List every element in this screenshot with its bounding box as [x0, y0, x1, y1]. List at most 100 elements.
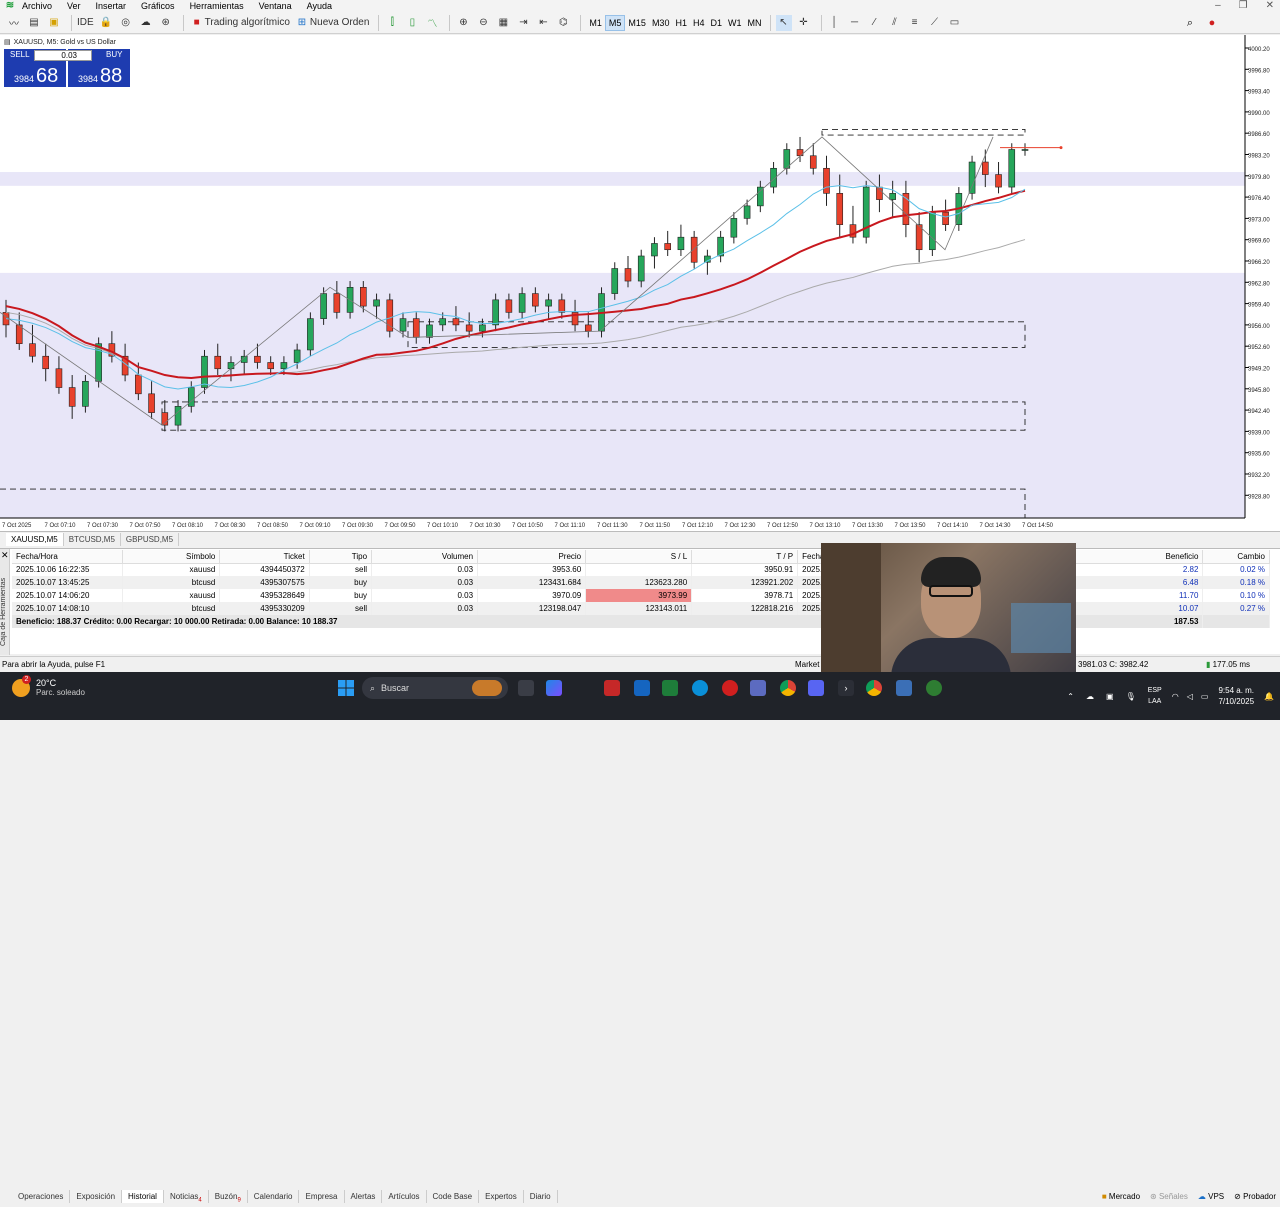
col-change[interactable]: Cambio	[1202, 550, 1270, 564]
col-ticket[interactable]: Ticket	[219, 550, 310, 564]
market-icon[interactable]: ◎	[118, 15, 134, 31]
tf-w1[interactable]: W1	[725, 15, 745, 31]
menu-ventana[interactable]: Ventana	[259, 1, 292, 11]
indicators-icon[interactable]: ⌬	[555, 15, 571, 31]
onedrive-icon[interactable]: ☁	[1086, 692, 1094, 701]
tab-mercado[interactable]: ■ Mercado	[1102, 1192, 1140, 1201]
taskbar-search[interactable]: ⌕ Buscar	[362, 677, 508, 699]
tray-app-icon[interactable]: ▣	[1106, 692, 1114, 701]
profiles-icon[interactable]: ▣	[46, 15, 62, 31]
tf-d1[interactable]: D1	[707, 15, 725, 31]
new-order-button[interactable]: ⊞ Nueva Orden	[294, 14, 370, 32]
notifications-icon[interactable]: ●	[1204, 15, 1220, 31]
table-row[interactable]: 2025.10.07 14:08:10 btcusd 4395330209 sell 0…	[12, 602, 1270, 615]
shapes-icon[interactable]: ⟋	[927, 15, 943, 31]
chrome-profile-icon[interactable]	[866, 680, 882, 696]
close-icon[interactable]: ✕	[1266, 0, 1274, 11]
tf-m15[interactable]: M15	[625, 15, 649, 31]
minimize-icon[interactable]: –	[1215, 0, 1221, 11]
search-icon[interactable]: ⌕	[1182, 15, 1198, 31]
crosshair-icon[interactable]: ✛	[796, 15, 812, 31]
battery-icon[interactable]: ▭	[1201, 692, 1209, 701]
windows-start-icon[interactable]	[338, 680, 354, 696]
tab-expertos[interactable]: Expertos	[479, 1189, 524, 1203]
presentation-app-icon[interactable]	[604, 680, 620, 696]
table-row[interactable]: 2025.10.07 14:06:20 xauusd 4395328649 buy 0.…	[12, 589, 1270, 602]
cloud-icon[interactable]: ☁	[138, 15, 154, 31]
candles-icon[interactable]: ▯	[404, 15, 420, 31]
tf-m5[interactable]: M5	[604, 14, 626, 31]
autoscroll-icon[interactable]: ⇥	[515, 15, 531, 31]
tab-calendario[interactable]: Calendario	[248, 1189, 300, 1203]
teams-icon[interactable]	[750, 680, 766, 696]
tf-mn[interactable]: MN	[745, 15, 765, 31]
zoom-in-icon[interactable]: ⊕	[455, 15, 471, 31]
tab-empresa[interactable]: Empresa	[299, 1189, 345, 1203]
col-date[interactable]: Fecha/Hora	[12, 550, 123, 564]
tab-gbpusd[interactable]: GBPUSD,M5	[121, 532, 180, 546]
horizontal-line-icon[interactable]: ─	[847, 15, 863, 31]
table-row[interactable]: 2025.10.07 13:45:25 btcusd 4395307575 buy 0.…	[12, 576, 1270, 589]
tab-diario[interactable]: Diario	[524, 1189, 558, 1203]
chrome-icon[interactable]	[780, 680, 796, 696]
restore-icon[interactable]: ❐	[1239, 0, 1248, 11]
copilot-icon[interactable]	[546, 680, 562, 696]
tab-xauusd[interactable]: XAUUSD,M5	[6, 532, 64, 546]
col-sl[interactable]: S / L	[585, 550, 693, 564]
zoom-out-icon[interactable]: ⊖	[475, 15, 491, 31]
chart-type-icon[interactable]: 〰	[6, 15, 22, 31]
cursor-icon[interactable]: ↖	[775, 14, 792, 31]
clock[interactable]: 9:54 a. m. 7/10/2025	[1218, 685, 1254, 707]
channel-icon[interactable]: ⫽	[887, 15, 903, 31]
chart-canvas[interactable]: 4000.20 3996.80 3993.40 3990.00 3986.60 3983.…	[0, 35, 1280, 532]
metatrader-icon[interactable]	[926, 680, 942, 696]
ide-button[interactable]: IDE	[77, 14, 94, 32]
language-indicator[interactable]: ESP LAA	[1148, 685, 1162, 707]
tab-historial[interactable]: Historial	[122, 1189, 164, 1203]
price-chart[interactable]: 4000.20 3996.80 3993.40 3990.00 3986.60 3983.…	[0, 35, 1280, 532]
tab-exposicion[interactable]: Exposición	[70, 1189, 123, 1203]
tab-articulos[interactable]: Artículos	[382, 1189, 427, 1203]
tab-code-base[interactable]: Code Base	[427, 1189, 480, 1203]
menu-graficos[interactable]: Gráficos	[141, 1, 175, 11]
tab-noticias[interactable]: Noticias4	[164, 1189, 209, 1203]
tab-btcusd[interactable]: BTCUSD,M5	[64, 532, 121, 546]
volume-icon[interactable]: ◁	[1187, 692, 1193, 701]
line-chart-icon[interactable]: 〽	[424, 15, 440, 31]
grid-icon[interactable]: ▦	[495, 15, 511, 31]
menu-ayuda[interactable]: Ayuda	[307, 1, 332, 11]
tab-senales[interactable]: ⊛ Señales	[1150, 1192, 1188, 1201]
menu-herramientas[interactable]: Herramientas	[190, 1, 244, 11]
tab-probador[interactable]: ⊘ Probador	[1234, 1192, 1276, 1201]
tab-alertas[interactable]: Alertas	[345, 1189, 383, 1203]
vertical-line-icon[interactable]: │	[827, 15, 843, 31]
calculator-icon[interactable]	[896, 680, 912, 696]
toolbox-close-icon[interactable]: ✕	[1, 550, 9, 561]
tab-vps[interactable]: ☁ VPS	[1198, 1192, 1224, 1201]
rectangle-icon[interactable]: ▭	[947, 15, 963, 31]
notification-bell-icon[interactable]: 🔔	[1264, 692, 1274, 701]
task-view-icon[interactable]	[518, 680, 534, 696]
outlook-icon[interactable]	[634, 680, 650, 696]
chart-shift-icon[interactable]: ⇤	[535, 15, 551, 31]
microphone-icon[interactable]: 🎙	[1126, 692, 1136, 701]
terminal-icon[interactable]: ›	[838, 680, 854, 696]
new-chart-icon[interactable]: ▤	[26, 15, 42, 31]
bars-icon[interactable]: ⫿	[384, 15, 400, 31]
col-volume[interactable]: Volumen	[371, 550, 479, 564]
fibonacci-icon[interactable]: ≡	[907, 15, 923, 31]
discord-icon[interactable]	[808, 680, 824, 696]
skype-icon[interactable]	[692, 680, 708, 696]
col-price[interactable]: Precio	[477, 550, 587, 564]
trendline-icon[interactable]: ⁄	[867, 15, 883, 31]
algo-trading-button[interactable]: ■ Trading algorítmico	[189, 14, 290, 32]
lock-icon[interactable]: 🔒	[98, 15, 114, 31]
signals-icon[interactable]: ⊛	[158, 15, 174, 31]
excel-icon[interactable]	[662, 680, 678, 696]
opera-icon[interactable]	[722, 680, 738, 696]
table-row[interactable]: 2025.10.06 16:22:35 xauusd 4394450372 sell 0…	[12, 563, 1270, 576]
wifi-icon[interactable]: ◠	[1172, 692, 1179, 701]
tray-chevron-icon[interactable]: ⌃	[1067, 692, 1074, 701]
menu-insertar[interactable]: Insertar	[96, 1, 127, 11]
menu-ver[interactable]: Ver	[67, 1, 81, 11]
